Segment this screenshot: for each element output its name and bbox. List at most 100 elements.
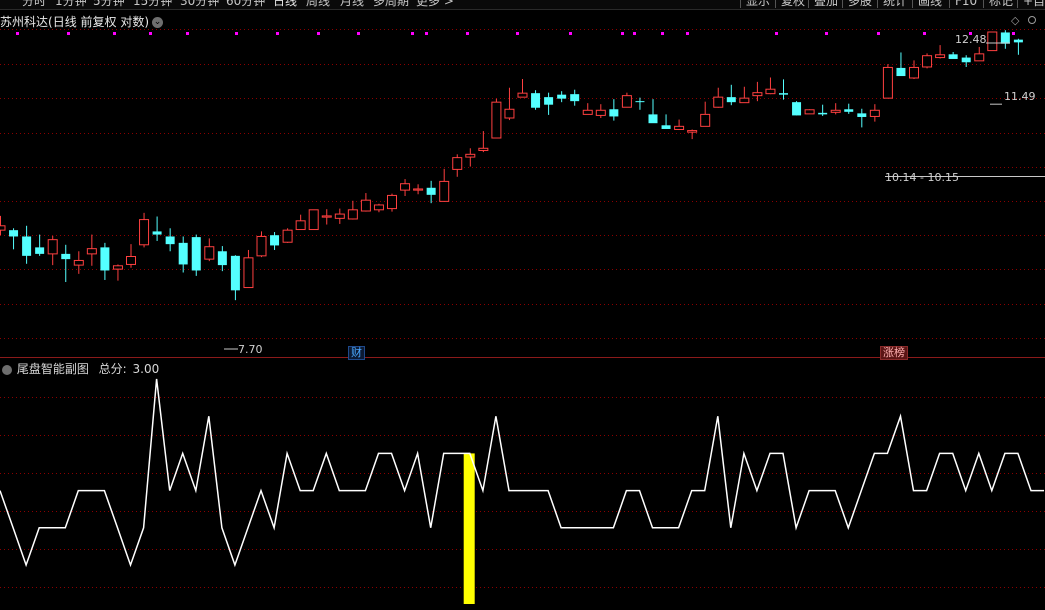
current-price-label: 11.49 [1004, 90, 1036, 103]
candle-body-up [804, 109, 815, 115]
magenta-marker [16, 32, 19, 35]
candle-body-up [465, 153, 476, 158]
candle-body-down [609, 109, 619, 117]
indicator-name[interactable]: 尾盘智能副图 [17, 362, 89, 376]
candle-body-up [713, 96, 724, 108]
magenta-marker [621, 32, 624, 35]
magenta-marker [923, 32, 926, 35]
candle-body-up [86, 248, 97, 255]
candle-body-up [478, 147, 489, 151]
candle-body-down [178, 242, 188, 265]
highlight-bar [463, 453, 475, 604]
candle-body-down [779, 93, 788, 95]
magenta-marker [317, 32, 320, 35]
candle-body-up [752, 92, 763, 97]
indicator-title: 尾盘智能副图 总分: 3.00 [0, 362, 159, 376]
magenta-marker [661, 32, 664, 35]
candle-body-up [439, 180, 450, 202]
candle-body-down [857, 113, 867, 117]
magenta-marker [569, 32, 572, 35]
chart-canvas[interactable] [0, 0, 1045, 610]
finance-event-marker[interactable]: 财 [348, 346, 365, 360]
candle-body-up [321, 215, 332, 218]
candle-body-up [308, 209, 319, 231]
candle-body-up [387, 194, 397, 210]
candle-body-up [400, 183, 411, 191]
candle-body-down [152, 231, 162, 235]
candle-body-up [282, 229, 293, 243]
candle-body-up [139, 219, 150, 246]
candle-body-up [47, 239, 58, 255]
candle-body-up [582, 109, 593, 115]
candle-body-down [230, 255, 240, 291]
candle-body-down [844, 109, 854, 112]
candle-body-up [256, 235, 267, 257]
candle-body-up [517, 92, 528, 98]
candle-body-down [544, 97, 554, 105]
candle-body-up [452, 157, 463, 170]
candle-body-down [22, 236, 32, 256]
indicator-icon[interactable] [2, 364, 12, 375]
candle-body-down [661, 125, 671, 129]
candle-body-up [882, 66, 893, 99]
candle-body-up [243, 257, 254, 289]
magenta-marker [276, 32, 279, 35]
magenta-marker [357, 32, 360, 35]
magenta-marker [633, 32, 636, 35]
candle-body-down [818, 112, 828, 115]
candle-body-up [373, 204, 384, 211]
magenta-marker [235, 32, 238, 35]
candle-body-down [270, 235, 280, 246]
candle-body-down [726, 97, 736, 103]
candle-body-up [830, 109, 841, 113]
candle-body-down [961, 57, 971, 63]
candle-body-down [1000, 32, 1010, 44]
range-price-label: 10.14 - 10.15 [885, 171, 959, 184]
magenta-marker [425, 32, 428, 35]
candle-body-down [9, 230, 19, 237]
indicator-score-label: 总分: [98, 362, 127, 376]
candle-body-down [426, 187, 436, 195]
candle-body-down [635, 101, 645, 103]
candle-body-up [674, 125, 685, 131]
magenta-marker [186, 32, 189, 35]
candle-body-up [295, 220, 306, 231]
candle-body-up [987, 31, 998, 52]
limit-up-event-marker[interactable]: 涨榜 [880, 346, 908, 360]
candle-body-up [347, 209, 358, 220]
candle-body-down [61, 253, 71, 260]
candle-body-down [570, 94, 580, 102]
magenta-marker [686, 32, 689, 35]
candle-body-up [974, 53, 985, 62]
candle-body-up [935, 54, 946, 59]
candle-body-up [700, 113, 711, 127]
candle-body-up [909, 66, 919, 79]
candle-body-down [191, 237, 201, 271]
candle-body-down [948, 54, 958, 59]
candle-body-down [792, 102, 802, 116]
indicator-line [0, 378, 1044, 568]
magenta-marker [113, 32, 116, 35]
candle-body-up [360, 199, 371, 212]
candle-body-up [687, 130, 698, 133]
candle-body-up [73, 259, 84, 266]
candle-body-down [648, 114, 658, 124]
candle-body-up [869, 109, 880, 117]
indicator-score-value: 3.00 [132, 362, 160, 376]
candle-body-down [1013, 39, 1023, 43]
candle-body-down [896, 67, 906, 77]
candle-body-up [491, 101, 502, 139]
candle-body-up [204, 246, 215, 260]
magenta-marker [775, 32, 778, 35]
candle-body-up [126, 256, 136, 265]
candle-body-up [765, 88, 776, 95]
magenta-marker [149, 32, 152, 35]
magenta-marker [67, 32, 70, 35]
candle-body-up [504, 108, 515, 119]
magenta-marker [877, 32, 880, 35]
magenta-marker [466, 32, 469, 35]
candle-body-up [413, 188, 424, 191]
candle-body-down [35, 247, 45, 254]
candle-body-down [165, 236, 175, 245]
candle-body-up [112, 265, 123, 270]
